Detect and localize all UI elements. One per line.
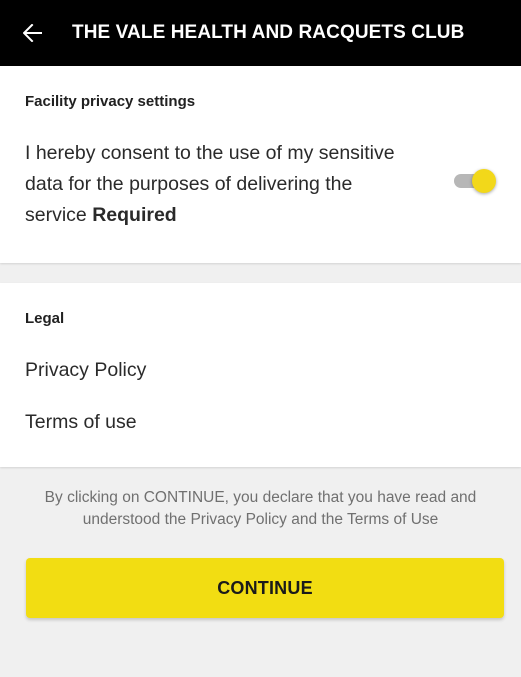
app-title: THE VALE HEALTH AND RACQUETS CLUB: [72, 22, 465, 43]
legal-card: Legal Privacy Policy Terms of use: [0, 283, 521, 467]
required-label: Required: [92, 204, 177, 226]
declaration-text: By clicking on CONTINUE, you declare tha…: [44, 489, 477, 528]
privacy-policy-link[interactable]: Privacy Policy: [25, 359, 146, 382]
privacy-settings-card: Facility privacy settings I hereby conse…: [0, 66, 521, 263]
consent-toggle[interactable]: [452, 169, 496, 193]
legal-section-title: Legal: [25, 310, 65, 327]
consent-description: I hereby consent to the use of my sensit…: [25, 142, 395, 226]
arrow-left-icon: [23, 24, 43, 42]
toggle-thumb: [472, 169, 496, 193]
consent-row: I hereby consent to the use of my sensit…: [25, 142, 496, 238]
terms-of-use-link[interactable]: Terms of use: [25, 411, 137, 434]
back-button[interactable]: [6, 0, 60, 66]
continue-button[interactable]: CONTINUE: [26, 558, 504, 618]
consent-text: I hereby consent to the use of my sensit…: [25, 138, 405, 231]
privacy-section-title: Facility privacy settings: [25, 93, 196, 110]
app-bar: THE VALE HEALTH AND RACQUETS CLUB: [0, 0, 521, 66]
